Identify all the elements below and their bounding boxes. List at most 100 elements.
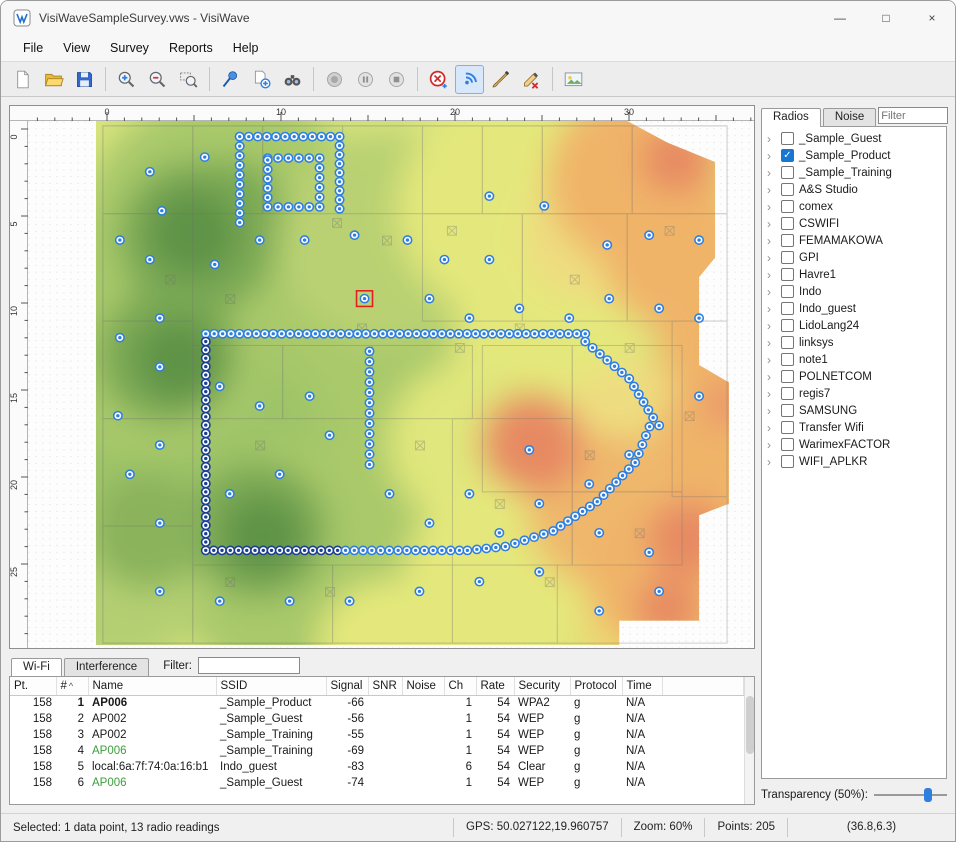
radio-checkbox[interactable] xyxy=(781,217,794,230)
zoom-region-button[interactable] xyxy=(174,65,203,94)
radio-checkbox[interactable] xyxy=(781,166,794,179)
radio-item-transfer-wifi[interactable]: ›Transfer Wifi xyxy=(762,419,946,436)
delete-readings-button[interactable] xyxy=(424,65,453,94)
reading-row[interactable]: 1581AP006_Sample_Product-66154WPA2gN/A xyxy=(10,695,744,711)
heatmap-canvas[interactable] xyxy=(28,121,754,648)
close-button[interactable]: × xyxy=(909,1,955,35)
column-header-num[interactable]: #^ xyxy=(56,677,88,695)
save-survey-button[interactable] xyxy=(70,65,99,94)
expand-chevron-icon[interactable]: › xyxy=(767,320,776,332)
reading-row[interactable]: 1582AP002_Sample_Guest-56154WEPgN/A xyxy=(10,711,744,727)
radio-item--sample-training[interactable]: ›_Sample_Training xyxy=(762,164,946,181)
radio-checkbox[interactable] xyxy=(781,370,794,383)
radio-checkbox[interactable] xyxy=(781,387,794,400)
minimize-button[interactable]: — xyxy=(817,1,863,35)
radio-item-havre1[interactable]: ›Havre1 xyxy=(762,266,946,283)
expand-chevron-icon[interactable]: › xyxy=(767,439,776,451)
radio-item-lidolang24[interactable]: ›LidoLang24 xyxy=(762,317,946,334)
menu-survey[interactable]: Survey xyxy=(100,38,159,58)
radio-checkbox[interactable] xyxy=(781,336,794,349)
column-header-signal[interactable]: Signal xyxy=(326,677,368,695)
column-header-protocol[interactable]: Protocol xyxy=(570,677,622,695)
column-header-rate[interactable]: Rate xyxy=(476,677,514,695)
column-header-security[interactable]: Security xyxy=(514,677,570,695)
radio-item-comex[interactable]: ›comex xyxy=(762,198,946,215)
radio-item-note1[interactable]: ›note1 xyxy=(762,351,946,368)
radio-item--sample-guest[interactable]: ›_Sample_Guest xyxy=(762,130,946,147)
expand-chevron-icon[interactable]: › xyxy=(767,337,776,349)
column-header-pt[interactable]: Pt. xyxy=(10,677,56,695)
zoom-in-button[interactable] xyxy=(112,65,141,94)
column-header-ch[interactable]: Ch xyxy=(444,677,476,695)
radio-item-cswifi[interactable]: ›CSWIFI xyxy=(762,215,946,232)
radio-item-wifi-aplkr[interactable]: ›WIFI_APLKR xyxy=(762,453,946,470)
menu-reports[interactable]: Reports xyxy=(159,38,223,58)
column-header-noise[interactable]: Noise xyxy=(402,677,444,695)
radio-item-indo-guest[interactable]: ›Indo_guest xyxy=(762,300,946,317)
expand-chevron-icon[interactable]: › xyxy=(767,354,776,366)
wifi-adapter-button[interactable] xyxy=(455,65,484,94)
radio-item-samsung[interactable]: ›SAMSUNG xyxy=(762,402,946,419)
radio-checkbox[interactable] xyxy=(781,285,794,298)
expand-chevron-icon[interactable]: › xyxy=(767,167,776,179)
transparency-slider[interactable] xyxy=(874,788,947,802)
column-header-snr[interactable]: SNR xyxy=(368,677,402,695)
reading-row[interactable]: 1586AP006_Sample_Guest-74154WEPgN/A xyxy=(10,775,744,791)
radio-item-linksys[interactable]: ›linksys xyxy=(762,334,946,351)
expand-chevron-icon[interactable]: › xyxy=(767,303,776,315)
reading-row[interactable]: 1584AP006_Sample_Training-69154WEPgN/A xyxy=(10,743,744,759)
view-readings-button[interactable] xyxy=(278,65,307,94)
maximize-button[interactable]: □ xyxy=(863,1,909,35)
radio-item-warimexfactor[interactable]: ›WarimexFACTOR xyxy=(762,436,946,453)
open-survey-button[interactable] xyxy=(39,65,68,94)
slider-handle[interactable] xyxy=(924,788,932,802)
radio-item-femamakowa[interactable]: ›FEMAMAKOWA xyxy=(762,232,946,249)
radio-checkbox[interactable]: ✓ xyxy=(781,149,794,162)
radio-item-regis7[interactable]: ›regis7 xyxy=(762,385,946,402)
expand-chevron-icon[interactable]: › xyxy=(767,388,776,400)
table-scrollbar[interactable] xyxy=(744,677,754,804)
radio-checkbox[interactable] xyxy=(781,319,794,332)
radio-checkbox[interactable] xyxy=(781,455,794,468)
radio-checkbox[interactable] xyxy=(781,234,794,247)
menu-file[interactable]: File xyxy=(13,38,53,58)
expand-chevron-icon[interactable]: › xyxy=(767,184,776,196)
expand-chevron-icon[interactable]: › xyxy=(767,286,776,298)
radio-checkbox[interactable] xyxy=(781,302,794,315)
expand-chevron-icon[interactable]: › xyxy=(767,371,776,383)
radio-checkbox[interactable] xyxy=(781,251,794,264)
menu-help[interactable]: Help xyxy=(223,38,269,58)
tab-wifi[interactable]: Wi-Fi xyxy=(11,658,62,677)
expand-chevron-icon[interactable]: › xyxy=(767,422,776,434)
expand-chevron-icon[interactable]: › xyxy=(767,269,776,281)
tab-interference[interactable]: Interference xyxy=(64,658,149,676)
new-document-button[interactable] xyxy=(8,65,37,94)
column-header-ssid[interactable]: SSID xyxy=(216,677,326,695)
tab-noise[interactable]: Noise xyxy=(823,108,876,126)
expand-chevron-icon[interactable]: › xyxy=(767,252,776,264)
expand-chevron-icon[interactable]: › xyxy=(767,405,776,417)
draw-button[interactable] xyxy=(486,65,515,94)
radio-checkbox[interactable] xyxy=(781,132,794,145)
radio-checkbox[interactable] xyxy=(781,438,794,451)
expand-chevron-icon[interactable]: › xyxy=(767,235,776,247)
radio-checkbox[interactable] xyxy=(781,404,794,417)
reading-row[interactable]: 1585local:6a:7f:74:0a:16:b1Indo_guest-83… xyxy=(10,759,744,775)
radio-item-a-s-studio[interactable]: ›A&S Studio xyxy=(762,181,946,198)
expand-chevron-icon[interactable]: › xyxy=(767,201,776,213)
tab-radios[interactable]: Radios xyxy=(761,108,821,127)
column-header-time[interactable]: Time xyxy=(622,677,662,695)
expand-chevron-icon[interactable]: › xyxy=(767,133,776,145)
radio-checkbox[interactable] xyxy=(781,183,794,196)
expand-chevron-icon[interactable]: › xyxy=(767,218,776,230)
radio-checkbox[interactable] xyxy=(781,200,794,213)
radio-item--sample-product[interactable]: ›✓_Sample_Product xyxy=(762,147,946,164)
readings-filter-input[interactable] xyxy=(198,657,300,674)
radio-item-indo[interactable]: ›Indo xyxy=(762,283,946,300)
radio-item-polnetcom[interactable]: ›POLNETCOM xyxy=(762,368,946,385)
radio-checkbox[interactable] xyxy=(781,353,794,366)
reading-row[interactable]: 1583AP002_Sample_Training-55154WEPgN/A xyxy=(10,727,744,743)
probe-point-button[interactable] xyxy=(216,65,245,94)
expand-chevron-icon[interactable]: › xyxy=(767,456,776,468)
radio-checkbox[interactable] xyxy=(781,421,794,434)
